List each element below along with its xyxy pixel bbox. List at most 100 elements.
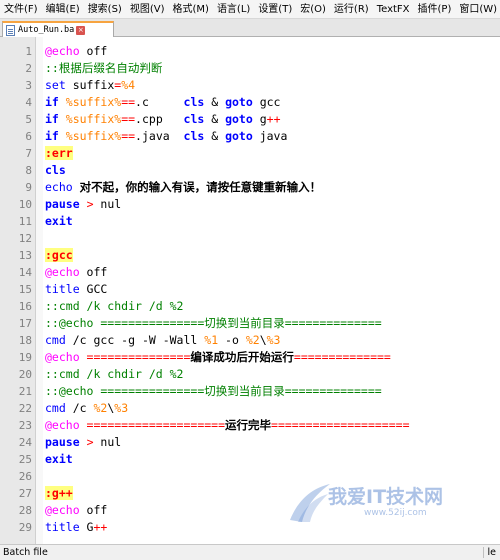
code-text: ::cmd /k chdir /d %2 xyxy=(45,367,184,381)
code-line[interactable]: 5 if %suffix%==.cpp cls & goto g++ xyxy=(0,111,500,128)
menu-item[interactable]: 编辑(E) xyxy=(42,0,84,18)
code-line[interactable]: 19 @echo ===============编译成功后开始运行========… xyxy=(0,349,500,366)
code-line[interactable]: 4 if %suffix%==.c cls & goto gcc xyxy=(0,94,500,111)
line-number: 4 xyxy=(25,96,32,109)
code-line[interactable]: 18 cmd /c gcc -g -W -Wall %1 -o %2\%3 xyxy=(0,332,500,349)
line-number: 25 xyxy=(18,453,32,466)
menu-item[interactable]: TextFX xyxy=(373,0,414,18)
code-line[interactable]: 3 set suffix=%4 xyxy=(0,77,500,94)
watermark-url: www.52ij.com xyxy=(364,508,427,518)
line-number: 16 xyxy=(18,300,32,313)
code-editor[interactable]: 1 @echo off 2::根据后缀名自动判断 3 set suffix=%4 4 if … xyxy=(0,37,500,544)
line-number: 22 xyxy=(18,402,32,415)
code-text: :gcc xyxy=(45,248,73,262)
tab-label: Auto_Run.ba xyxy=(18,25,75,35)
code-text: pause > nul xyxy=(45,197,122,211)
status-bar: Batch file le xyxy=(0,544,500,560)
menu-item[interactable]: 插件(P) xyxy=(414,0,456,18)
line-number: 1 xyxy=(25,45,32,58)
menu-item[interactable]: 视图(V) xyxy=(126,0,169,18)
code-text: @echo off xyxy=(45,265,108,279)
code-text: exit xyxy=(45,214,73,228)
code-line[interactable]: 21::@echo ===============切换到当前目录========… xyxy=(0,383,500,400)
line-number: 6 xyxy=(25,130,32,143)
code-text: @echo ====================运行完毕==========… xyxy=(45,418,410,432)
code-text: @echo off xyxy=(45,503,108,517)
code-line[interactable]: 1 @echo off xyxy=(0,43,500,60)
line-number: 17 xyxy=(18,317,32,330)
code-line[interactable]: 22 cmd /c %2\%3 xyxy=(0,400,500,417)
code-text: echo 对不起，你的输入有误，请按任意键重新输入！ xyxy=(45,180,322,194)
line-number: 10 xyxy=(18,198,32,211)
code-text: set suffix=%4 xyxy=(45,78,136,92)
code-line[interactable]: 15 title GCC xyxy=(0,281,500,298)
line-number: 24 xyxy=(18,436,32,449)
code-text: @echo off xyxy=(45,44,108,58)
menu-item[interactable]: 宏(O) xyxy=(296,0,330,18)
tab-auto-run[interactable]: Auto_Run.ba × xyxy=(2,21,114,37)
line-number: 7 xyxy=(25,147,32,160)
menu-item[interactable]: 语言(L) xyxy=(213,0,254,18)
file-icon xyxy=(6,24,15,36)
code-text: cls xyxy=(45,163,66,177)
code-area[interactable]: 1 @echo off 2::根据后缀名自动判断 3 set suffix=%4 4 if … xyxy=(0,43,500,536)
menu-item[interactable]: 搜索(S) xyxy=(84,0,126,18)
line-number: 27 xyxy=(18,487,32,500)
code-line[interactable]: 16::cmd /k chdir /d %2 xyxy=(0,298,500,315)
code-line[interactable]: 14 @echo off xyxy=(0,264,500,281)
menu-item[interactable]: 运行(R) xyxy=(330,0,373,18)
line-number: 18 xyxy=(18,334,32,347)
line-number: 29 xyxy=(18,521,32,534)
code-line[interactable]: 25 exit xyxy=(0,451,500,468)
language-status: Batch file xyxy=(3,547,48,558)
line-number: 28 xyxy=(18,504,32,517)
line-number: 11 xyxy=(18,215,32,228)
watermark-logo: 我爱IT技术网 www.52ij.com xyxy=(284,480,494,524)
code-text: ::cmd /k chdir /d %2 xyxy=(45,299,184,313)
line-number: 13 xyxy=(18,249,32,262)
line-number: 3 xyxy=(25,79,32,92)
code-text: @echo ===============编译成功后开始运行==========… xyxy=(45,350,391,364)
tab-bar: Auto_Run.ba × xyxy=(0,19,500,37)
code-line[interactable]: 12 xyxy=(0,230,500,247)
length-status: le xyxy=(482,547,500,558)
line-number: 26 xyxy=(18,470,32,483)
menu-item[interactable]: 设置(T) xyxy=(254,0,296,18)
code-line[interactable]: 20::cmd /k chdir /d %2 xyxy=(0,366,500,383)
code-line[interactable]: 6 if %suffix%==.java cls & goto java xyxy=(0,128,500,145)
code-text: cmd /c %2\%3 xyxy=(45,401,129,415)
line-number: 23 xyxy=(18,419,32,432)
code-line[interactable]: 13 :gcc xyxy=(0,247,500,264)
code-line[interactable]: 24 pause > nul xyxy=(0,434,500,451)
code-line[interactable]: 10 pause > nul xyxy=(0,196,500,213)
menu-item[interactable]: 窗口(W) xyxy=(455,0,500,18)
code-text: pause > nul xyxy=(45,435,122,449)
code-text: ::根据后缀名自动判断 xyxy=(45,61,163,75)
line-number: 15 xyxy=(18,283,32,296)
menu-bar: 文件(F) 编辑(E) 搜索(S) 视图(V) 格式(M) 语言(L) 设置(T) 宏(O) 运… xyxy=(0,0,500,19)
line-number: 2 xyxy=(25,62,32,75)
line-number: 19 xyxy=(18,351,32,364)
watermark-swoosh-icon xyxy=(290,484,330,522)
close-icon[interactable]: × xyxy=(76,25,86,35)
code-line[interactable]: 9 echo 对不起，你的输入有误，请按任意键重新输入！ xyxy=(0,179,500,196)
code-line[interactable]: 8 cls xyxy=(0,162,500,179)
code-line[interactable]: 7 :err xyxy=(0,145,500,162)
watermark-text: 我爱IT技术网 xyxy=(328,486,444,508)
code-text: ::@echo ===============切换到当前目录==========… xyxy=(45,384,382,398)
line-number: 21 xyxy=(18,385,32,398)
code-text: if %suffix%==.c cls & goto gcc xyxy=(45,95,281,109)
code-text: :g++ xyxy=(45,486,73,500)
code-line[interactable]: 17::@echo ===============切换到当前目录========… xyxy=(0,315,500,332)
code-text: cmd /c gcc -g -W -Wall %1 -o %2\%3 xyxy=(45,333,281,347)
menu-item[interactable]: 文件(F) xyxy=(0,0,42,18)
code-text: ::@echo ===============切换到当前目录==========… xyxy=(45,316,382,330)
code-text: :err xyxy=(45,146,73,160)
code-line[interactable]: 23 @echo ====================运行完毕========… xyxy=(0,417,500,434)
menu-item[interactable]: 格式(M) xyxy=(169,0,213,18)
line-number: 14 xyxy=(18,266,32,279)
code-line[interactable]: 2::根据后缀名自动判断 xyxy=(0,60,500,77)
line-number: 12 xyxy=(18,232,32,245)
code-line[interactable]: 11 exit xyxy=(0,213,500,230)
code-text: exit xyxy=(45,452,73,466)
